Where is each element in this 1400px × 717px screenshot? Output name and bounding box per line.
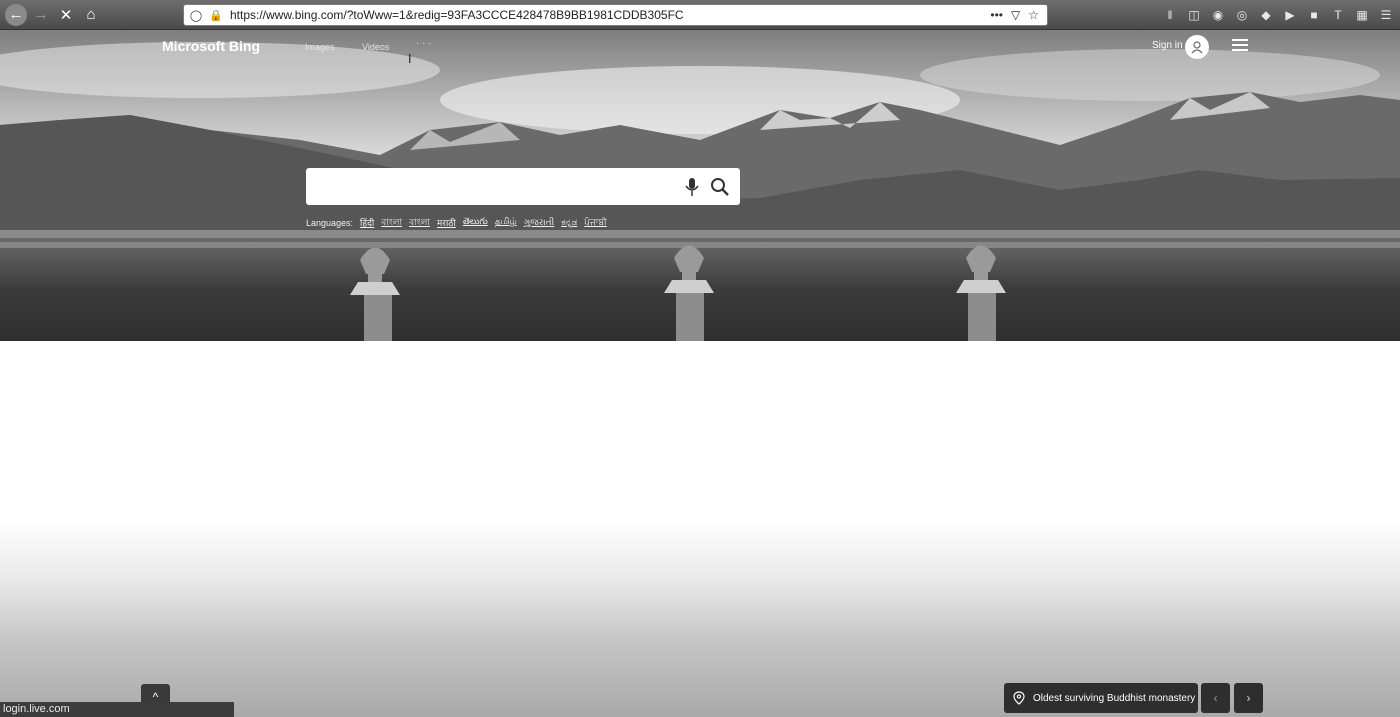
- search-box: [306, 168, 740, 205]
- text-icon[interactable]: T: [1330, 7, 1346, 23]
- nav-images-link[interactable]: Images: [305, 42, 335, 52]
- language-link[interactable]: বাংলা: [409, 215, 430, 230]
- browser-extensions: ‖ ◫ ◉ ◎ ◆ ▶ ■ T ▦ ☰: [1162, 4, 1394, 26]
- language-link[interactable]: मराठी: [437, 216, 456, 229]
- extension-icon[interactable]: ◎: [1234, 7, 1250, 23]
- bookmark-star-icon[interactable]: ☆: [1028, 8, 1039, 22]
- language-link[interactable]: ਪੰਜਾਬੀ: [584, 218, 607, 228]
- page-actions-button[interactable]: •••: [990, 8, 1003, 22]
- sidebar-icon[interactable]: ◫: [1186, 7, 1202, 23]
- language-link[interactable]: ಕನ್ನಡ: [561, 218, 577, 228]
- extension-shield-icon[interactable]: ◆: [1258, 7, 1274, 23]
- avatar[interactable]: [1185, 35, 1209, 59]
- forward-button[interactable]: →: [30, 4, 52, 26]
- home-button[interactable]: ⌂: [80, 4, 102, 26]
- nav-videos-link[interactable]: Videos: [362, 42, 389, 52]
- nav-more-link[interactable]: · · ·: [416, 38, 432, 49]
- account-icon[interactable]: ◉: [1210, 7, 1226, 23]
- location-pin-icon: [1013, 691, 1025, 705]
- sign-in-link[interactable]: Sign in: [1152, 40, 1183, 51]
- hamburger-menu-icon[interactable]: [1232, 39, 1248, 53]
- gift-icon[interactable]: ▦: [1354, 7, 1370, 23]
- search-icon[interactable]: [710, 177, 730, 197]
- url-text[interactable]: https://www.bing.com/?toWww=1&redig=93FA…: [230, 8, 990, 22]
- hero-background: Microsoft Bing Images Videos · · · I Sig…: [0, 30, 1400, 341]
- previous-image-button[interactable]: ‹: [1201, 683, 1230, 713]
- languages-label: Languages:: [306, 217, 354, 228]
- browser-menu-icon[interactable]: ☰: [1378, 7, 1394, 23]
- language-link[interactable]: తెలుగు: [463, 217, 488, 229]
- user-icon: [1191, 41, 1203, 54]
- browser-toolbar: ← → ✕ ⌂ ◯ 🔒 https://www.bing.com/?toWww=…: [0, 0, 1400, 30]
- url-bar[interactable]: ◯ 🔒 https://www.bing.com/?toWww=1&redig=…: [183, 4, 1048, 26]
- image-caption-button[interactable]: Oldest surviving Buddhist monastery: [1004, 683, 1198, 713]
- language-link[interactable]: हिंदी: [360, 216, 374, 229]
- languages-bar: Languages: हिंदी বাংলা বাংলা मराठी తెలుగ…: [306, 215, 607, 230]
- play-icon[interactable]: ▶: [1282, 7, 1298, 23]
- extension-n-icon[interactable]: ■: [1306, 7, 1322, 23]
- back-button[interactable]: ←: [5, 3, 27, 26]
- language-link[interactable]: বাংলা: [381, 215, 402, 230]
- next-image-button[interactable]: ›: [1234, 683, 1263, 713]
- status-bar: login.live.com: [0, 702, 234, 717]
- search-input[interactable]: [318, 176, 672, 198]
- bing-header: Microsoft Bing Images Videos · · · I Sig…: [0, 30, 1400, 66]
- bing-logo[interactable]: Microsoft Bing: [162, 38, 260, 54]
- language-link[interactable]: தமிழ்: [495, 217, 517, 228]
- microphone-icon[interactable]: [685, 177, 699, 197]
- stop-button[interactable]: ✕: [55, 4, 77, 26]
- lock-icon[interactable]: 🔒: [208, 9, 224, 22]
- library-icon[interactable]: ‖: [1162, 7, 1178, 23]
- pocket-icon[interactable]: ▽: [1011, 8, 1020, 22]
- language-link[interactable]: ગુજરાતી: [524, 218, 554, 228]
- image-caption-text: Oldest surviving Buddhist monastery: [1033, 692, 1196, 704]
- shield-icon[interactable]: ◯: [188, 9, 204, 22]
- text-cursor-icon: I: [408, 52, 412, 66]
